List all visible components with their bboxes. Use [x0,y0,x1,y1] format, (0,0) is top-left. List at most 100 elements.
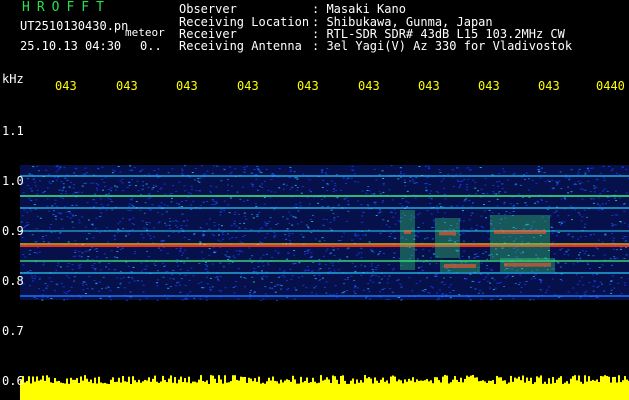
noise-speck [392,216,395,218]
noise-speck [568,177,571,179]
y-tick-label: 0.8 [2,274,24,288]
noise-speck [117,166,120,167]
noise-speck [184,299,187,300]
noise-speck [520,286,523,288]
noise-speck [99,297,102,299]
noise-speck [167,287,170,289]
noise-speck [492,192,495,194]
noise-speck [97,184,100,186]
noise-speck [458,187,461,188]
noise-speck [490,269,493,271]
noise-speck [122,276,125,278]
noise-speck [578,254,580,256]
noise-speck [399,203,402,204]
noise-speck [416,182,419,184]
noise-speck [624,284,627,286]
noise-speck [183,236,186,238]
noise-speck [164,193,167,195]
noise-speck [354,234,357,236]
noise-speck [409,180,412,182]
amplitude-bar [86,378,88,400]
noise-speck [291,275,294,277]
noise-speck [611,225,614,227]
noise-speck [506,276,509,278]
noise-speck [392,257,395,258]
noise-speck [353,280,356,281]
noise-speck [213,235,215,236]
noise-speck [416,236,419,238]
noise-speck [228,212,231,214]
noise-speck [329,262,332,264]
noise-speck [152,227,155,229]
noise-speck [233,257,236,259]
amplitude-bar [294,379,296,400]
noise-speck [181,299,184,301]
noise-speck [108,263,110,264]
noise-speck [290,214,293,216]
noise-speck [614,224,617,226]
noise-speck [109,199,112,201]
amplitude-bar [570,378,572,400]
noise-speck [122,217,124,219]
noise-speck [463,200,466,202]
amplitude-bar [504,380,506,400]
noise-speck [233,220,236,222]
noise-speck [539,279,542,281]
noise-speck [294,184,297,186]
noise-speck [441,293,444,295]
noise-speck [385,298,388,300]
noise-speck [485,217,488,219]
noise-speck [239,198,242,200]
amplitude-bar [512,381,514,400]
noise-speck [142,185,145,187]
noise-speck [489,282,492,284]
noise-speck [162,239,165,241]
noise-speck [172,185,175,187]
amplitude-bar [312,377,314,400]
noise-speck [256,166,259,167]
noise-speck [571,236,574,238]
noise-speck [160,187,163,189]
amplitude-bar [602,376,604,400]
noise-speck [599,281,602,283]
noise-speck [411,178,414,180]
amplitude-bar [470,375,472,400]
noise-speck [29,270,32,272]
noise-speck [537,166,540,168]
noise-speck [443,284,446,285]
noise-speck [243,235,246,236]
noise-speck [250,213,253,215]
amplitude-bar [308,382,310,400]
noise-speck [433,219,436,221]
noise-speck [605,203,607,205]
noise-speck [283,276,286,278]
noise-speck [375,179,378,181]
amplitude-bar [368,377,370,400]
noise-speck [561,247,564,249]
noise-speck [418,166,421,167]
noise-speck [34,185,37,187]
noise-speck [179,250,182,252]
noise-speck [592,290,595,292]
noise-speck [374,269,377,271]
noise-speck [429,202,432,204]
noise-speck [262,254,265,256]
noise-speck [96,256,99,258]
noise-speck [237,268,240,270]
noise-speck [578,280,581,282]
noise-speck [320,172,323,173]
amplitude-bar [48,377,50,400]
noise-speck [435,274,438,275]
noise-speck [209,289,212,291]
x-tick-label: 043 [116,79,138,93]
noise-speck [576,261,579,263]
amplitude-bar [328,379,330,400]
noise-speck [572,263,575,265]
amplitude-bar [204,381,206,400]
noise-speck [73,280,76,282]
amplitude-bar [490,380,492,400]
noise-speck [559,224,562,226]
amplitude-bar [220,379,222,400]
meteor-echo [444,264,476,268]
noise-speck [407,202,410,204]
